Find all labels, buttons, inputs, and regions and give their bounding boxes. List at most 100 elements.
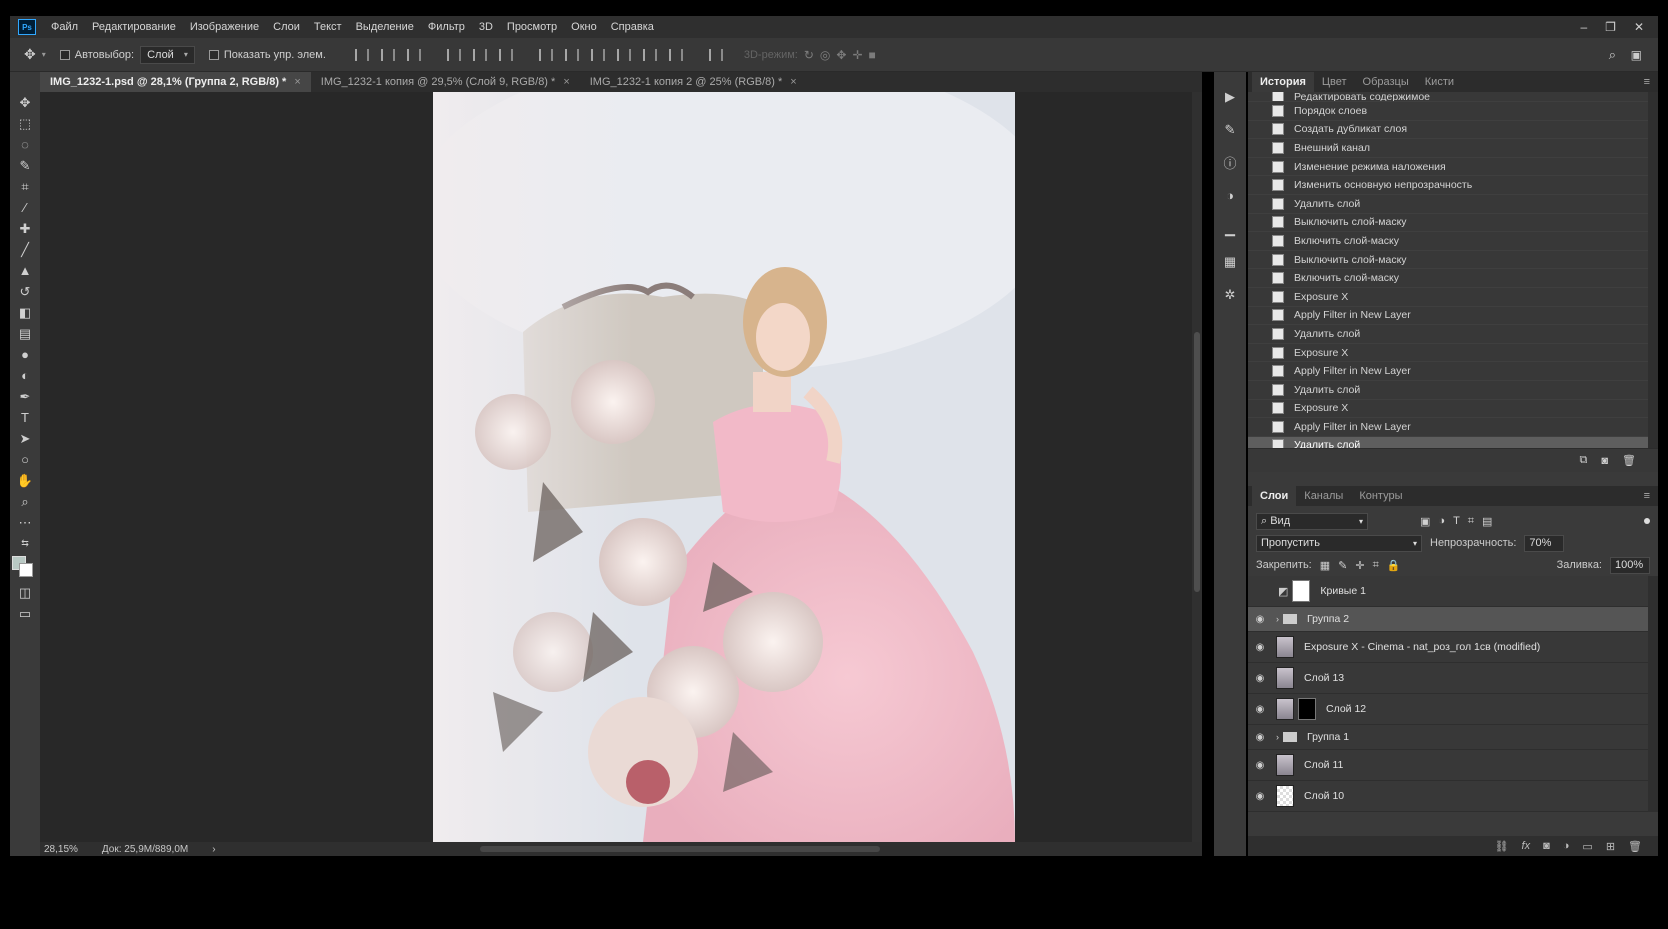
horizontal-scroll-thumb[interactable] [480,846,880,852]
lock-transparent-icon[interactable]: ▦ [1320,559,1330,572]
history-item[interactable]: Включить слой-маску [1248,232,1648,251]
blur-tool-icon[interactable]: ● [10,344,40,365]
autoselect-checkbox[interactable]: Автовыбор: [59,49,134,61]
more-tools-icon[interactable]: ⋯ [10,512,40,533]
new-adjustment-layer-icon[interactable]: ◑ [1563,840,1570,852]
history-item[interactable]: Удалить слой [1248,381,1648,400]
history-item[interactable]: Создать дубликат слоя [1248,121,1648,140]
document-tab-2[interactable]: IMG_1232-1 копия @ 29,5% (Слой 9, RGB/8)… [311,72,580,92]
path-selection-tool-icon[interactable]: ➤ [10,428,40,449]
screen-mode-icon[interactable]: ▭ [10,603,40,624]
tool-preset-chevron-icon[interactable]: ▾ [42,50,46,59]
add-mask-icon[interactable]: ◙ [1543,840,1550,852]
canvas-area[interactable] [40,92,1202,842]
crop-tool-icon[interactable]: ⌗ [10,176,40,197]
ellipse-tool-icon[interactable]: ○ [10,449,40,470]
eye-icon[interactable]: ◉ [1248,760,1272,771]
autoselect-dropdown[interactable]: Слой ▾ [140,45,195,64]
3d-slide-icon[interactable]: ✛ [852,48,862,62]
auto-align-icon[interactable] [708,48,723,61]
histogram-icon[interactable]: ▁ [1214,212,1246,245]
history-item[interactable]: Порядок слоев [1248,102,1648,121]
blend-mode-dropdown[interactable]: Пропустить ▾ [1256,534,1422,552]
tab-close-button[interactable]: × [790,72,796,92]
history-item[interactable]: Включить слой-маску [1248,269,1648,288]
layer-row[interactable]: ◉ › Группа 1 [1248,725,1648,750]
maximize-button[interactable]: ❐ [1605,20,1616,34]
layer-mask-thumbnail[interactable] [1298,698,1316,720]
eye-icon[interactable]: ◉ [1248,704,1272,715]
fill-input[interactable]: 100% [1610,556,1650,574]
zoom-tool-icon[interactable]: ⌕ [10,491,40,512]
eye-icon[interactable]: ◉ [1248,642,1272,653]
settings-gear-icon[interactable]: ✲ [1214,278,1246,311]
menu-file[interactable]: Файл [44,16,85,38]
clone-stamp-tool-icon[interactable]: ▲ [10,260,40,281]
quick-mask-icon[interactable]: ◫ [10,582,40,603]
tab-close-button[interactable]: × [294,72,300,92]
3d-roll-icon[interactable]: ◎ [820,48,830,62]
menu-window[interactable]: Окно [564,16,604,38]
align-right-icon[interactable] [498,48,513,61]
link-layers-icon[interactable]: ⛓ [1495,840,1509,853]
adjustments-icon[interactable]: ◑ [1214,179,1246,212]
minimize-button[interactable]: – [1580,20,1587,34]
expand-chevron-icon[interactable]: › [1276,732,1279,742]
workspace-icon[interactable]: ▣ [1631,48,1642,62]
background-color-swatch[interactable] [19,563,33,577]
menu-filter[interactable]: Фильтр [421,16,472,38]
opacity-input[interactable]: 70% [1524,534,1565,552]
distribute-hcenter-icon[interactable] [642,48,657,61]
layer-row-selected[interactable]: ◉ › Группа 2 [1248,607,1648,632]
pen-tool-icon[interactable]: ✒ [10,386,40,407]
distribute-bottom-icon[interactable] [590,48,605,61]
distribute-left-icon[interactable] [616,48,631,61]
new-document-from-state-icon[interactable]: ⧉ [1580,454,1588,467]
type-tool-icon[interactable]: T [10,407,40,428]
menu-help[interactable]: Справка [604,16,661,38]
new-group-folder-icon[interactable]: ▭ [1582,840,1592,853]
tab-swatches[interactable]: Образцы [1355,72,1417,92]
tab-paths[interactable]: Контуры [1351,486,1410,506]
menu-layers[interactable]: Слои [266,16,307,38]
checkbox-icon[interactable] [208,49,219,60]
status-menu-arrow[interactable]: › [212,844,215,855]
close-window-button[interactable]: ✕ [1634,20,1644,34]
history-item[interactable]: Внешний канал [1248,139,1648,158]
healing-brush-tool-icon[interactable]: ✚ [10,218,40,239]
distribute-top-icon[interactable] [538,48,553,61]
expand-chevron-icon[interactable]: › [1276,614,1279,624]
menu-select[interactable]: Выделение [349,16,421,38]
eye-icon[interactable]: ◉ [1248,732,1272,743]
play-actions-icon[interactable]: ▶ [1214,80,1246,113]
history-item-selected[interactable]: Удалить слой [1248,436,1648,448]
lock-artboard-icon[interactable]: ⌗ [1373,559,1379,572]
panel-menu-icon[interactable]: ≡ [1644,76,1650,88]
move-tool-icon[interactable]: ✥ [10,92,40,113]
history-item[interactable]: Выключить слой-маску [1248,214,1648,233]
trash-icon[interactable]: 🗑 [1622,454,1636,467]
tab-color[interactable]: Цвет [1314,72,1355,92]
layer-row[interactable]: ◉ Слой 12 [1248,694,1648,725]
show-transform-checkbox[interactable]: Показать упр. элем. [208,49,326,61]
lock-all-icon[interactable]: 🔒 [1387,559,1401,572]
filter-type-icon[interactable]: T [1453,515,1460,527]
properties-icon[interactable]: ▦ [1214,245,1246,278]
lasso-tool-icon[interactable]: ◌ [10,134,40,155]
eye-icon[interactable]: ◉ [1248,614,1272,625]
history-item[interactable]: Apply Filter in New Layer [1248,307,1648,326]
layer-style-fx-icon[interactable]: fx [1522,840,1531,852]
history-item[interactable]: Удалить слой [1248,195,1648,214]
history-item[interactable]: Редактировать содержимое [1248,92,1648,102]
3d-pan-icon[interactable]: ✥ [836,48,846,62]
eyedropper-tool-icon[interactable]: ⁄ [10,197,40,218]
document-canvas-image[interactable] [433,92,1015,842]
menu-edit[interactable]: Редактирование [85,16,183,38]
document-tab-1[interactable]: IMG_1232-1.psd @ 28,1% (Группа 2, RGB/8)… [40,72,311,92]
search-icon[interactable]: ⌕ [1609,47,1616,63]
menu-image[interactable]: Изображение [183,16,266,38]
panel-menu-icon[interactable]: ≡ [1644,490,1650,502]
eye-icon[interactable]: ◉ [1248,673,1272,684]
new-layer-icon[interactable]: ⊞ [1606,840,1615,853]
vertical-scrollbar[interactable] [1192,92,1202,842]
